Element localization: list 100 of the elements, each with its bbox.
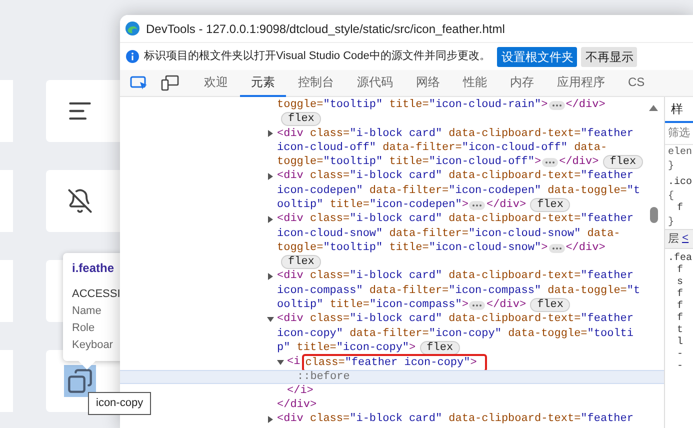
flex-badge[interactable]: flex [530,198,570,212]
tag-text: <div [277,412,304,428]
attribute-value: "icon-codepen" [448,184,542,199]
property-label: Name [72,305,102,318]
tag-text: > [462,298,468,313]
attribute-name: data-filter= [368,184,449,199]
attribute-name: data-clipboard-text= [448,312,581,328]
attribute-name: toggle= [277,240,324,256]
css-selector: .ico [667,176,693,189]
attribute-name: data-toggle= [507,326,588,342]
section-heading: ACCESSI [72,288,122,301]
attribute-value: "icon-cloud-off" [462,140,568,156]
source-link[interactable]: < [682,230,689,248]
devtools-tab[interactable]: 应用程序 [546,70,616,96]
attribute-value: "i-block card" [350,412,442,428]
tag-text: > [409,340,416,356]
devtools-tab[interactable]: 网络 [405,70,451,96]
ellipsis-icon[interactable] [548,244,565,253]
attribute-value: p" [277,340,290,356]
browser-logo-icon [125,21,140,36]
attribute-value: "feather [580,269,634,284]
css-property: f [676,301,684,312]
attribute-name: title= [296,340,336,356]
flex-badge[interactable]: flex [602,155,644,170]
ellipsis-icon[interactable] [469,300,486,310]
tag-text: </div> [486,198,526,213]
tag-text: </div> [566,98,606,113]
tag-text: </div> [277,398,317,413]
attribute-name: data-filter= [368,284,449,299]
scrollbar-thumb[interactable] [650,207,658,223]
devtools-tab[interactable]: 控制台 [287,70,345,96]
devtools-tab[interactable]: 欢迎 [193,70,239,96]
attribute-value: icon-cloud-off" [277,140,376,156]
collapsed-arrow-icon[interactable] [267,173,274,180]
flex-badge[interactable]: flex [281,255,322,270]
attribute-name: title= [388,240,429,256]
collapsed-arrow-icon[interactable] [267,216,274,224]
devtools-tab[interactable]: 源代码 [346,70,404,96]
styles-tab[interactable]: 样 [665,97,693,123]
attribute-name: toggle= [277,98,324,113]
tag-text: > [470,356,477,368]
attribute-value: "feather [580,412,634,428]
device-toolbar-icon[interactable] [161,75,179,91]
attribute-value: "icon-codepen" [369,198,462,213]
attribute-value: "feather [580,312,634,328]
attribute-name: title= [328,198,370,213]
attribute-value: "i-block card" [350,169,442,184]
attribute-name: data-filter= [382,140,462,156]
scroll-up-icon[interactable] [649,105,658,111]
inspect-icon[interactable] [130,76,148,90]
window-title: DevTools - 127.0.0.1:9098/dtcloud_style/static/src/icon_feather.html [146,20,505,38]
attribute-name: class= [309,212,350,228]
attribute-name: data-clipboard-text= [448,212,581,228]
ellipsis-icon[interactable] [542,158,558,167]
icon-card[interactable] [46,80,120,142]
devtools-tab[interactable]: CS [617,70,656,96]
flex-badge[interactable]: flex [281,112,322,126]
collapsed-arrow-icon[interactable] [267,130,274,138]
attribute-name: data- [586,226,620,242]
attribute-name: data-filter= [388,226,468,242]
filter-field[interactable]: 筛选 [665,123,693,145]
css-property: l [676,337,684,349]
attribute-name: data- [573,140,608,156]
collapsed-arrow-icon[interactable] [267,273,274,280]
devtools-tab[interactable]: 性能 [452,70,498,96]
css-property: s [676,277,684,288]
attribute-value: icon-compass" [277,284,363,299]
attribute-name: data-clipboard-text= [448,126,581,142]
info-icon [126,50,139,63]
property-label: Keyboar [72,339,114,352]
attribute-value: icon-cloud-snow" [277,226,383,242]
attribute-name: class= [309,126,350,142]
expanded-arrow-icon[interactable] [277,358,284,366]
collapsed-arrow-icon[interactable] [267,416,274,424]
tag-text: <div [277,269,304,284]
attribute-value: "i-block card" [350,269,442,284]
css-code: } [667,160,676,173]
attribute-name: data-clipboard-text= [448,269,581,284]
attribute-name: toggle= [277,155,324,170]
tag-text: <div [277,126,304,142]
expanded-arrow-icon[interactable] [267,316,274,324]
ellipsis-icon[interactable] [548,100,565,110]
attribute-value: "tooltip" [323,98,383,113]
attribute-name: class= [309,269,350,284]
css-property: f [676,289,684,300]
dismiss-button[interactable]: 不再显示 [581,46,638,66]
flex-badge[interactable]: flex [530,298,570,312]
icon-card[interactable] [46,170,120,232]
attribute-value: "feather [580,126,634,142]
flex-badge[interactable]: flex [420,341,460,356]
tag-text: <div [277,169,304,184]
attribute-name: data-clipboard-text= [448,169,581,184]
css-code: elen [667,146,693,159]
ellipsis-icon[interactable] [469,200,486,210]
property-label: Role [72,322,96,335]
devtools-tab[interactable]: 内存 [499,70,545,96]
copy-icon [67,368,93,394]
attribute-value: icon-codepen" [277,184,363,199]
tag-text: </div> [566,240,606,256]
set-root-folder-button[interactable]: 设置根文件夹 [497,46,578,66]
